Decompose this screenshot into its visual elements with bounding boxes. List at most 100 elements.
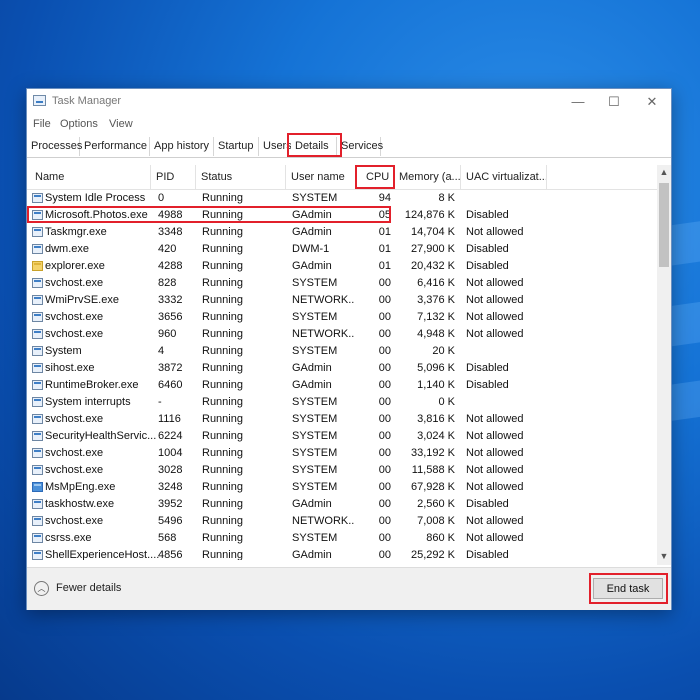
cell-user: SYSTEM — [292, 532, 338, 544]
tab-processes[interactable]: Processes — [27, 137, 82, 156]
maximize-button[interactable]: ☐ — [599, 92, 629, 112]
table-row[interactable]: MsMpEng.exe 3248 Running SYSTEM 00 67,928 K No… — [27, 479, 657, 496]
end-task-button[interactable]: End task — [593, 578, 663, 599]
window-icon — [32, 448, 43, 458]
scroll-down-icon[interactable]: ▼ — [657, 551, 671, 561]
tab-users[interactable]: Users — [259, 137, 292, 156]
cell-pid: 828 — [158, 277, 177, 289]
table-row[interactable]: svchost.exe 3028 Running SYSTEM 00 11,588 K No… — [27, 462, 657, 479]
table-row[interactable]: svchost.exe 1116 Running SYSTEM 00 3,816 K Not… — [27, 411, 657, 428]
table-row[interactable]: csrss.exe 568 Running SYSTEM 00 860 K Not allo… — [27, 530, 657, 547]
column-memory[interactable]: Memory (a... — [394, 165, 461, 189]
cell-uac: Not allowed — [466, 532, 524, 544]
table-row[interactable]: svchost.exe 828 Running SYSTEM 00 6,416 K Not … — [27, 275, 657, 292]
window-icon — [32, 414, 43, 424]
cell-name: Microsoft.Photos.exe — [45, 209, 148, 221]
cell-user: SYSTEM — [292, 311, 338, 323]
minimize-button[interactable]: — — [563, 92, 593, 112]
taskmgr-icon — [32, 227, 43, 237]
table-row[interactable]: System 4 Running SYSTEM 00 20 K — [27, 343, 657, 360]
column-name[interactable]: Name — [27, 165, 151, 189]
menu-options[interactable]: Options — [60, 118, 98, 130]
cell-name: Taskmgr.exe — [45, 226, 107, 238]
column-user-name[interactable]: User name — [286, 165, 356, 189]
table-row[interactable]: svchost.exe 5496 Running NETWORK... 00 7,008 … — [27, 513, 657, 530]
cell-user: DWM-1 — [292, 243, 330, 255]
table-row[interactable]: System Idle Process 0 Running SYSTEM 94 8 K — [27, 190, 657, 207]
cell-user: NETWORK... — [292, 328, 354, 340]
cell-status: Running — [202, 243, 243, 255]
window-icon — [32, 550, 43, 560]
title-bar[interactable]: Task Manager — ☐ ✕ — [27, 89, 671, 115]
table-row[interactable]: System interrupts - Running SYSTEM 00 0 K — [27, 394, 657, 411]
menu-view[interactable]: View — [109, 118, 133, 130]
cell-mem: 4,948 K — [417, 328, 455, 340]
table-row[interactable]: taskhostw.exe 3952 Running GAdmin 00 2,560 K D… — [27, 496, 657, 513]
cell-mem: 20,432 K — [410, 260, 455, 272]
table-row[interactable]: dwm.exe 420 Running DWM-1 01 27,900 K Disabled — [27, 241, 657, 258]
cell-status: Running — [202, 430, 243, 442]
cell-status: Running — [202, 447, 243, 459]
cell-uac: Not allowed — [466, 464, 524, 476]
menu-file[interactable]: File — [33, 118, 51, 130]
table-row[interactable]: Taskmgr.exe 3348 Running GAdmin 01 14,704 K No… — [27, 224, 657, 241]
fewer-details-link[interactable]: Fewer details — [56, 582, 121, 594]
table-row[interactable]: sihost.exe 3872 Running GAdmin 00 5,096 K Disa… — [27, 360, 657, 377]
cell-pid: 3348 — [158, 226, 183, 238]
cell-name: taskhostw.exe — [45, 498, 115, 510]
cell-uac: Not allowed — [466, 413, 524, 425]
cell-cpu: 00 — [378, 294, 391, 306]
cell-cpu: 01 — [378, 260, 391, 272]
cell-cpu: 00 — [378, 549, 391, 560]
cell-pid: 0 — [158, 192, 165, 204]
table-row[interactable]: RuntimeBroker.exe 6460 Running GAdmin 00 1,14… — [27, 377, 657, 394]
tab-services[interactable]: Services — [337, 137, 383, 156]
table-row[interactable]: SecurityHealthServic... 6224 Running SYSTEM… — [27, 428, 657, 445]
tab-bar: Processes Performance App history Startu… — [27, 137, 671, 158]
column-uac-virtualization[interactable]: UAC virtualizat... — [461, 165, 547, 189]
cell-user: SYSTEM — [292, 396, 338, 408]
cell-name: ShellExperienceHost.... — [45, 549, 160, 560]
tab-startup[interactable]: Startup — [214, 137, 259, 156]
cell-mem: 3,816 K — [417, 413, 455, 425]
cell-mem: 20 K — [432, 345, 455, 357]
tab-performance[interactable]: Performance — [80, 137, 150, 156]
cell-mem: 7,132 K — [417, 311, 455, 323]
window-icon — [32, 193, 43, 203]
table-row[interactable]: ShellExperienceHost.... 4856 Running GAdmin… — [27, 547, 657, 560]
cell-pid: 6224 — [158, 430, 183, 442]
vertical-scrollbar[interactable]: ▲ ▼ — [657, 165, 671, 565]
defender-icon — [32, 482, 43, 492]
cell-uac: Not allowed — [466, 226, 524, 238]
column-pid[interactable]: PID — [151, 165, 196, 189]
chevron-up-circle-icon[interactable]: ︿ — [34, 581, 49, 596]
cell-cpu: 00 — [378, 481, 391, 493]
table-row[interactable]: Microsoft.Photos.exe 4988 Running GAdmin 05 1… — [27, 207, 657, 224]
scroll-thumb[interactable] — [659, 183, 669, 267]
cell-mem: 14,704 K — [410, 226, 455, 238]
close-button[interactable]: ✕ — [637, 92, 667, 112]
cell-pid: 4988 — [158, 209, 183, 221]
cell-name: MsMpEng.exe — [45, 481, 116, 493]
column-status[interactable]: Status — [196, 165, 286, 189]
cell-mem: 124,876 K — [404, 209, 455, 221]
tab-app-history[interactable]: App history — [150, 137, 214, 156]
cell-uac — [466, 190, 586, 207]
window-icon — [32, 465, 43, 475]
cell-name: svchost.exe — [45, 413, 104, 425]
scroll-up-icon[interactable]: ▲ — [657, 167, 671, 177]
menu-bar: File Options View — [27, 116, 671, 134]
table-row[interactable]: explorer.exe 4288 Running GAdmin 01 20,432 K D… — [27, 258, 657, 275]
cell-cpu: 00 — [378, 498, 391, 510]
table-row[interactable]: svchost.exe 960 Running NETWORK... 00 4,948 K… — [27, 326, 657, 343]
cell-mem: 5,096 K — [417, 362, 455, 374]
cell-status: Running — [202, 209, 243, 221]
cell-cpu: 00 — [378, 362, 391, 374]
window-icon — [32, 516, 43, 526]
window-icon — [32, 431, 43, 441]
wmi-icon — [32, 295, 43, 305]
tab-details[interactable]: Details — [291, 137, 337, 156]
table-row[interactable]: svchost.exe 1004 Running SYSTEM 00 33,192 K No… — [27, 445, 657, 462]
table-row[interactable]: WmiPrvSE.exe 3332 Running NETWORK... 00 3,376… — [27, 292, 657, 309]
table-row[interactable]: svchost.exe 3656 Running SYSTEM 00 7,132 K Not… — [27, 309, 657, 326]
